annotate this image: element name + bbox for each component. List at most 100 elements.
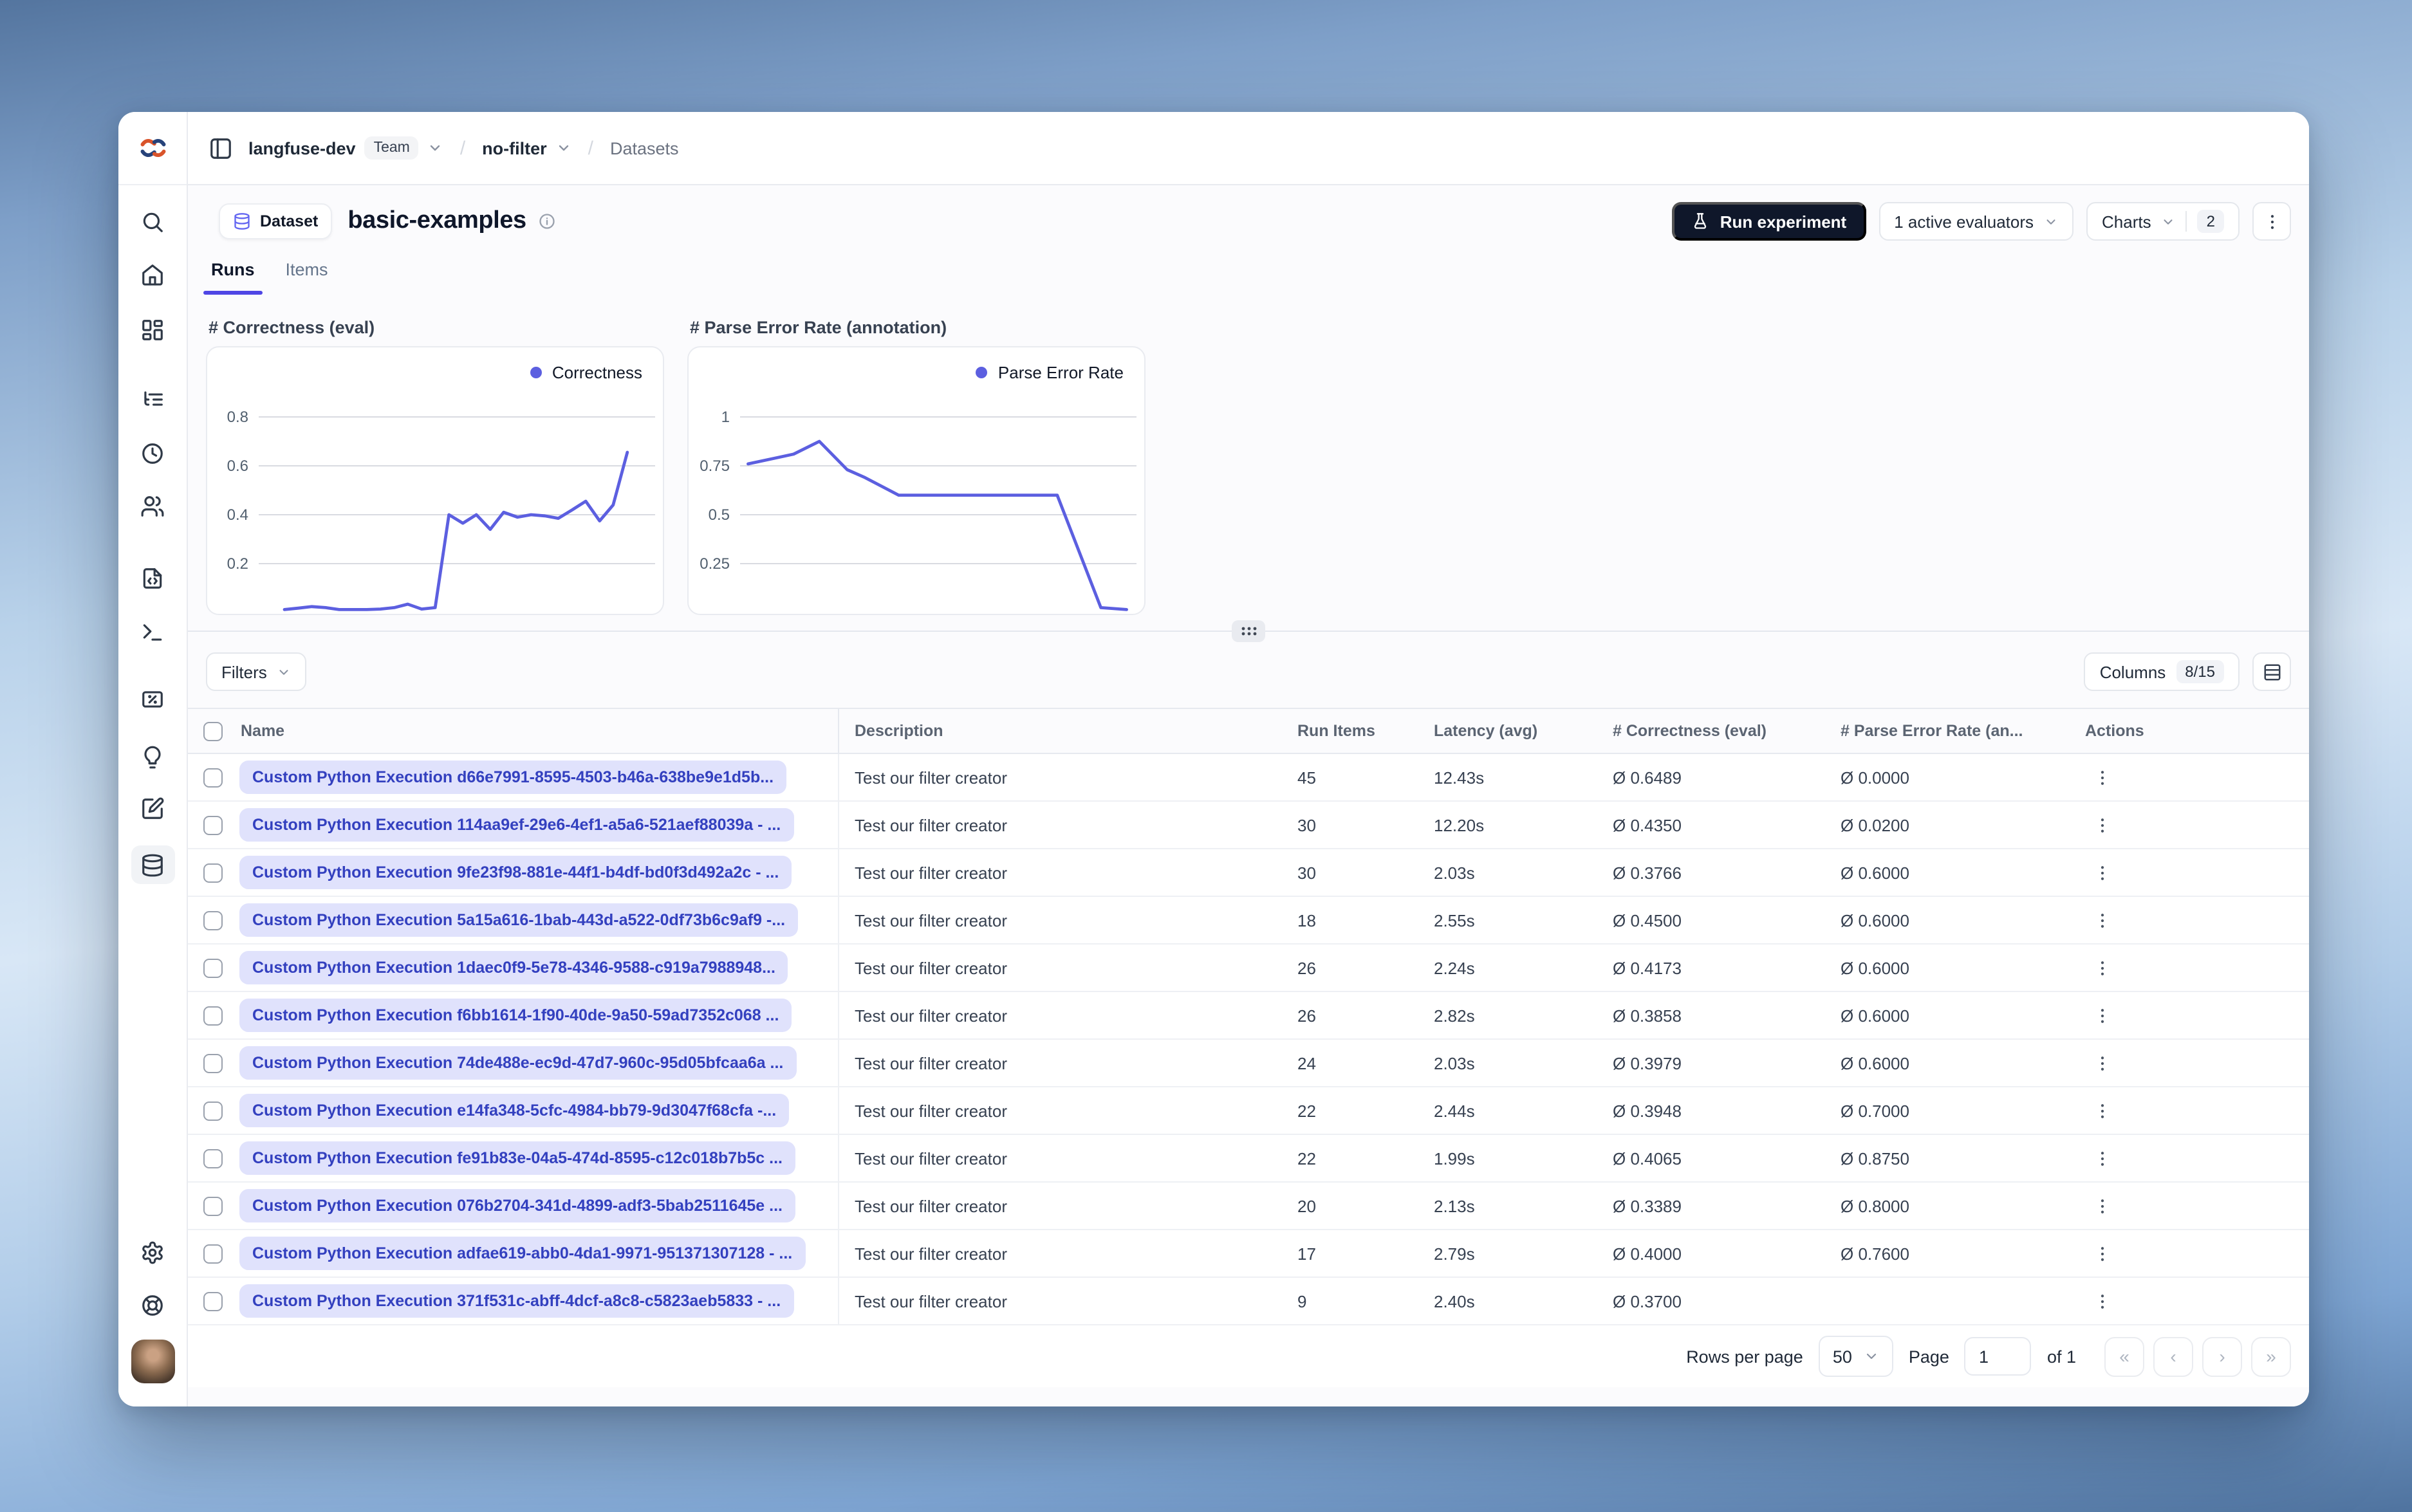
sessions-clock-icon[interactable]: [136, 436, 169, 470]
row-actions-kebab[interactable]: [2085, 761, 2119, 794]
row-actions-kebab[interactable]: [2085, 1237, 2119, 1270]
run-parse-error-avg: Ø 0.6000: [1841, 910, 1909, 930]
users-icon[interactable]: [136, 489, 169, 522]
run-name-link[interactable]: Custom Python Execution fe91b83e-04a5-47…: [239, 1141, 795, 1175]
user-avatar[interactable]: [131, 1340, 174, 1383]
header-name[interactable]: Name: [239, 709, 839, 753]
row-checkbox[interactable]: [203, 1053, 223, 1073]
filters-button[interactable]: Filters: [206, 652, 307, 691]
run-actions-cell: [2085, 1237, 2309, 1270]
run-name-link[interactable]: Custom Python Execution 74de488e-ec9d-47…: [239, 1046, 797, 1080]
table-row[interactable]: Custom Python Execution e14fa348-5cfc-49…: [188, 1087, 2309, 1135]
chevron-down-icon[interactable]: [428, 140, 443, 156]
run-name-link[interactable]: Custom Python Execution 371f531c-abff-4d…: [239, 1284, 794, 1318]
row-actions-kebab[interactable]: [2085, 1284, 2119, 1318]
panel-left-toggle-icon[interactable]: [209, 136, 233, 160]
run-name-link[interactable]: Custom Python Execution 5a15a616-1bab-44…: [239, 903, 799, 937]
run-name-link[interactable]: Custom Python Execution 076b2704-341d-48…: [239, 1189, 795, 1222]
run-experiment-button[interactable]: Run experiment: [1672, 202, 1866, 241]
row-checkbox[interactable]: [203, 815, 223, 834]
row-actions-kebab[interactable]: [2085, 808, 2119, 842]
row-checkbox[interactable]: [203, 1244, 223, 1263]
header-latency[interactable]: Latency (avg): [1434, 722, 1613, 740]
row-actions-kebab[interactable]: [2085, 999, 2119, 1032]
playground-terminal-icon[interactable]: [136, 615, 169, 649]
run-description: Test our filter creator: [855, 910, 1007, 930]
row-checkbox[interactable]: [203, 958, 223, 977]
langfuse-logo[interactable]: [118, 112, 187, 185]
run-name-link[interactable]: Custom Python Execution 1daec0f9-5e78-43…: [239, 951, 788, 984]
previous-page-button[interactable]: ‹: [2153, 1336, 2193, 1376]
row-checkbox[interactable]: [203, 1006, 223, 1025]
breadcrumb-page[interactable]: Datasets: [610, 138, 679, 158]
row-actions-kebab[interactable]: [2085, 856, 2119, 889]
row-actions-kebab[interactable]: [2085, 1046, 2119, 1080]
run-name-link[interactable]: Custom Python Execution e14fa348-5cfc-49…: [239, 1094, 790, 1127]
first-page-button[interactable]: «: [2104, 1336, 2144, 1376]
annotation-queues-icon[interactable]: [136, 791, 169, 825]
insights-lightbulb-icon[interactable]: [136, 740, 169, 773]
row-checkbox[interactable]: [203, 1196, 223, 1215]
row-actions-kebab[interactable]: [2085, 903, 2119, 937]
row-checkbox[interactable]: [203, 1148, 223, 1168]
info-icon[interactable]: [538, 212, 556, 230]
run-name-link[interactable]: Custom Python Execution 9fe23f98-881e-44…: [239, 856, 792, 889]
breadcrumb-environment[interactable]: no-filter: [482, 138, 547, 158]
page-number-input[interactable]: [1964, 1337, 2032, 1376]
row-actions-kebab[interactable]: [2085, 1094, 2119, 1127]
rows-per-page-select[interactable]: 50: [1818, 1336, 1893, 1377]
run-name-link[interactable]: Custom Python Execution d66e7991-8595-45…: [239, 761, 787, 794]
next-page-button[interactable]: ›: [2202, 1336, 2242, 1376]
charts-dropdown[interactable]: Charts 2: [2086, 202, 2240, 241]
tab-runs[interactable]: Runs: [203, 260, 262, 295]
run-name-link[interactable]: Custom Python Execution f6bb1614-1f90-40…: [239, 999, 792, 1032]
run-items-count: 22: [1297, 1101, 1316, 1120]
row-checkbox[interactable]: [203, 1101, 223, 1120]
settings-gear-icon[interactable]: [136, 1235, 169, 1269]
drag-handle[interactable]: [1232, 620, 1265, 642]
header-correctness[interactable]: # Correctness (eval): [1613, 722, 1841, 740]
table-row[interactable]: Custom Python Execution 114aa9ef-29e6-4e…: [188, 802, 2309, 849]
table-row[interactable]: Custom Python Execution adfae619-abb0-4d…: [188, 1230, 2309, 1278]
datasets-database-icon[interactable]: [131, 845, 174, 884]
row-actions-kebab[interactable]: [2085, 951, 2119, 984]
row-checkbox[interactable]: [203, 768, 223, 787]
table-row[interactable]: Custom Python Execution 74de488e-ec9d-47…: [188, 1040, 2309, 1087]
columns-button[interactable]: Columns 8/15: [2084, 652, 2240, 691]
tracing-tree-icon[interactable]: [136, 382, 169, 416]
charts-row: # Correctness (eval) 0.8 0.6 0.4 0.2 Correc…: [188, 318, 2309, 615]
run-actions-cell: [2085, 1284, 2309, 1318]
evaluators-dropdown[interactable]: 1 active evaluators: [1879, 202, 2074, 241]
table-row[interactable]: Custom Python Execution 076b2704-341d-48…: [188, 1183, 2309, 1230]
table-row[interactable]: Custom Python Execution 371f531c-abff-4d…: [188, 1278, 2309, 1325]
row-checkbox[interactable]: [203, 863, 223, 882]
last-page-button[interactable]: »: [2251, 1336, 2291, 1376]
row-actions-kebab[interactable]: [2085, 1189, 2119, 1222]
header-run-items[interactable]: Run Items: [1297, 722, 1434, 740]
select-all-checkbox[interactable]: [203, 721, 223, 741]
more-options-kebab-button[interactable]: [2252, 202, 2291, 241]
table-row[interactable]: Custom Python Execution 9fe23f98-881e-44…: [188, 849, 2309, 897]
row-checkbox[interactable]: [203, 1291, 223, 1311]
table-row[interactable]: Custom Python Execution f6bb1614-1f90-40…: [188, 992, 2309, 1040]
row-actions-kebab[interactable]: [2085, 1141, 2119, 1175]
prompts-file-icon[interactable]: [136, 561, 169, 595]
row-height-button[interactable]: [2252, 652, 2291, 691]
scores-percent-icon[interactable]: [136, 682, 169, 715]
dashboard-icon[interactable]: [136, 313, 169, 346]
header-description[interactable]: Description: [839, 722, 1297, 740]
row-checkbox[interactable]: [203, 910, 223, 930]
table-row[interactable]: Custom Python Execution fe91b83e-04a5-47…: [188, 1135, 2309, 1183]
table-row[interactable]: Custom Python Execution 1daec0f9-5e78-43…: [188, 945, 2309, 992]
tab-items[interactable]: Items: [286, 260, 328, 295]
table-row[interactable]: Custom Python Execution d66e7991-8595-45…: [188, 754, 2309, 802]
search-icon[interactable]: [136, 205, 169, 238]
run-name-link[interactable]: Custom Python Execution adfae619-abb0-4d…: [239, 1237, 806, 1270]
chevron-down-icon[interactable]: [556, 140, 571, 156]
header-parse-error-rate[interactable]: # Parse Error Rate (an...: [1841, 722, 2085, 740]
table-row[interactable]: Custom Python Execution 5a15a616-1bab-44…: [188, 897, 2309, 945]
support-lifebuoy-icon[interactable]: [136, 1288, 169, 1322]
breadcrumb-project[interactable]: langfuse-dev: [248, 138, 356, 158]
run-name-link[interactable]: Custom Python Execution 114aa9ef-29e6-4e…: [239, 808, 794, 842]
home-icon[interactable]: [136, 257, 169, 291]
